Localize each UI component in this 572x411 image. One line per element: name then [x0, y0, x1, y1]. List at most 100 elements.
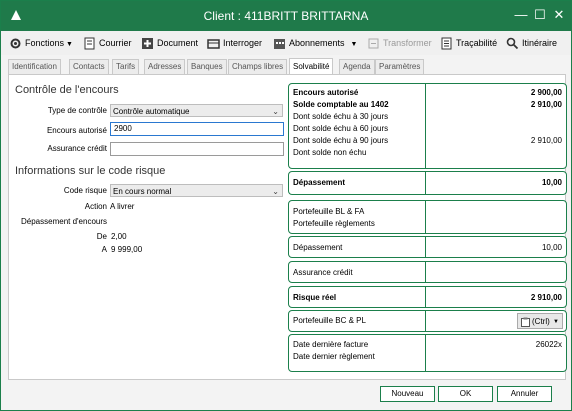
add-document-icon [142, 38, 153, 50]
divider [425, 335, 426, 371]
transformer-label: Transformer [383, 38, 432, 48]
depassement-bold-amount: 10,00 [541, 178, 562, 187]
toolbar: Fonctions ▼ Courrier Document Interroger … [1, 31, 571, 55]
assurance-box: Assurance crédit [288, 261, 567, 283]
itineraire-button[interactable]: Itinéraire [506, 35, 557, 51]
divider [425, 262, 426, 282]
divider [425, 172, 426, 194]
abonnements-menu[interactable]: Abonnements ▼ [273, 35, 357, 51]
de-value: 2,00 [111, 232, 127, 241]
transformer-button[interactable]: Transformer [367, 35, 432, 51]
depassement-label: Dépassement [293, 243, 343, 252]
assurance-credit-label: Assurance crédit [47, 144, 107, 153]
traceability-icon [441, 37, 452, 50]
ok-button[interactable]: OK [438, 386, 493, 402]
interroger-button[interactable]: Interroger [207, 35, 262, 51]
risque-reel-amount: 2 910,00 [530, 293, 562, 302]
a-value: 9 999,00 [111, 245, 143, 254]
tab-solvabilite[interactable]: Solvabilité [289, 58, 334, 74]
divider [425, 287, 426, 307]
portefeuille-bc-box: Portefeuille BC & PL (Ctrl) ▼ [288, 310, 567, 332]
de-label: De [96, 232, 107, 241]
search-icon [506, 37, 519, 50]
maximize-button[interactable]: ☐ [532, 7, 548, 23]
assurance-label: Assurance crédit [293, 268, 353, 277]
tracabilite-button[interactable]: Traçabilité [440, 35, 497, 51]
fonctions-menu[interactable]: Fonctions ▼ [9, 35, 73, 51]
encours-autorise-label: Encours autorisé [46, 126, 107, 135]
type-controle-label: Type de contrôle [47, 106, 107, 115]
portefeuille-reglements-label: Portefeuille règlements [293, 219, 375, 228]
echu-60-label: Dont solde échu à 60 jours [293, 124, 389, 133]
solvabilite-panel: Contrôle de l'encours Type de contrôle C… [8, 74, 567, 380]
abonnements-label: Abonnements [289, 38, 345, 48]
ctrl-label: (Ctrl) [532, 317, 550, 326]
code-risque-value: En cours normal [113, 187, 172, 196]
tab-banques[interactable]: Banques [187, 59, 227, 74]
fonctions-label: Fonctions [25, 38, 65, 48]
tab-identification[interactable]: Identification [8, 59, 61, 74]
nouveau-button[interactable]: Nouveau [380, 386, 435, 402]
tab-adresses[interactable]: Adresses [144, 59, 186, 74]
annuler-button[interactable]: Annuler [497, 386, 552, 402]
encours-autorise-field[interactable]: 2900 [110, 122, 284, 136]
tab-tarifs[interactable]: Tarifs [112, 59, 140, 74]
portefeuille-box: Portefeuille BL & FA Portefeuille règlem… [288, 200, 567, 234]
paste-ctrl-button[interactable]: (Ctrl) ▼ [517, 313, 563, 329]
risque-heading: Informations sur le code risque [15, 165, 166, 177]
controle-heading: Contrôle de l'encours [15, 84, 119, 96]
solde-comptable-amount: 2 910,00 [530, 100, 562, 109]
portefeuille-bl-label: Portefeuille BL & FA [293, 207, 365, 216]
echu-90-amount: 2 910,00 [530, 136, 562, 145]
document-button[interactable]: Document [141, 35, 198, 51]
document-label: Document [157, 38, 199, 48]
code-risque-label: Code risque [63, 186, 107, 195]
action-label: Action [84, 202, 107, 211]
depassement-bold-label: Dépassement [293, 178, 346, 187]
clipboard-icon [521, 317, 530, 327]
tab-parametres[interactable]: Paramètres [375, 59, 425, 74]
divider [425, 201, 426, 233]
register-icon [207, 39, 220, 49]
chevron-down-icon: ▼ [350, 41, 358, 48]
chevron-down-icon: ▼ [66, 41, 73, 48]
courrier-button[interactable]: Courrier [83, 35, 132, 51]
non-echu-label: Dont solde non échu [293, 148, 367, 157]
depassement-bold-box: Dépassement 10,00 [288, 171, 567, 195]
tab-agenda[interactable]: Agenda [339, 59, 375, 74]
interroger-label: Interroger [223, 38, 263, 48]
echu-90-label: Dont solde échu à 90 jours [293, 136, 389, 145]
chevron-down-icon: ▼ [553, 319, 559, 325]
code-risque-select[interactable]: En cours normal ⌄ [110, 184, 283, 197]
depassement-box: Dépassement 10,00 [288, 236, 567, 258]
close-button[interactable]: ✕ [551, 7, 567, 23]
tab-champs-libres[interactable]: Champs libres [228, 59, 288, 74]
type-controle-value: Contrôle automatique [113, 107, 190, 116]
action-value: A livrer [110, 202, 135, 211]
minimize-button[interactable]: — [513, 7, 529, 23]
letter-icon [84, 37, 95, 50]
tracabilite-label: Traçabilité [456, 38, 498, 48]
transform-icon [368, 38, 379, 49]
itineraire-label: Itinéraire [522, 38, 558, 48]
date-derniere-facture-value: 26022x [535, 340, 562, 349]
dates-box: Date dernière facture 26022x Date dernie… [288, 334, 567, 372]
portefeuille-bc-label: Portefeuille BC & PL [293, 316, 366, 325]
a-label: A [101, 245, 107, 254]
encours-summary-box: Encours autorisé 2 900,00 Solde comptabl… [288, 83, 567, 169]
encours-autorise-title: Encours autorisé [293, 88, 359, 97]
subscriptions-icon [274, 39, 285, 50]
gear-icon [10, 38, 21, 49]
depassement-amount: 10,00 [541, 243, 562, 252]
risque-reel-label: Risque réel [293, 293, 337, 302]
depassement-encours-label: Dépassement d'encours [21, 217, 108, 226]
echu-30-label: Dont solde échu à 30 jours [293, 112, 389, 121]
assurance-credit-field[interactable] [110, 142, 284, 156]
tab-contacts[interactable]: Contacts [69, 59, 109, 74]
client-window: Client : 411BRITT BRITTARNA — ☐ ✕ Foncti… [0, 0, 572, 411]
courrier-label: Courrier [99, 38, 132, 48]
date-derniere-facture-label: Date dernière facture [293, 340, 369, 349]
type-controle-select[interactable]: Contrôle automatique ⌄ [110, 104, 283, 117]
chevron-down-icon: ⌄ [272, 187, 279, 196]
chevron-down-icon: ⌄ [272, 107, 279, 116]
